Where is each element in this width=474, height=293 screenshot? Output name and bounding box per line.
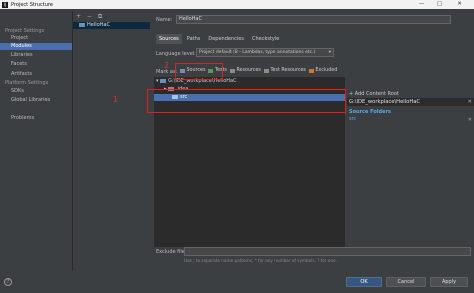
source-folder-entry[interactable]: src [349, 117, 356, 122]
module-tabs: Sources Paths Dependencies Checkstyle [156, 34, 282, 44]
tab-paths[interactable]: Paths [184, 34, 204, 44]
dialog-button-bar: ? OK Cancel Apply [0, 271, 474, 293]
chevron-down-icon: ▾ [328, 50, 331, 55]
minimize-button[interactable]: — [414, 0, 429, 9]
annotation-box-src-row [147, 89, 346, 113]
apply-button[interactable]: Apply [430, 277, 468, 287]
intellij-app-icon: IJ [2, 1, 8, 8]
close-window-button[interactable]: ✕ [452, 0, 467, 9]
annotation-number-1: 1 [113, 95, 119, 104]
sidebar-item-global-libraries[interactable]: Global Libraries [0, 97, 72, 104]
sidebar-item-modules[interactable]: Modules [0, 43, 72, 50]
module-name-field[interactable]: HelloHaC [176, 15, 451, 24]
resources-folder-icon [229, 68, 235, 73]
modules-panel: + − ⧉ HelloHaC [72, 11, 150, 271]
mark-resources-label: Resources [236, 68, 261, 73]
sidebar-item-project[interactable]: Project [0, 35, 72, 42]
tab-dependencies[interactable]: Dependencies [205, 34, 247, 44]
sidebar-item-facets[interactable]: Facets [0, 61, 72, 68]
module-list-toolbar[interactable]: + − ⧉ [76, 13, 104, 21]
remove-source-folder-icon[interactable]: ✕ [468, 117, 472, 123]
sidebar-item-artifacts[interactable]: Artifacts [0, 71, 72, 78]
mark-excluded-button[interactable]: Excluded [308, 68, 338, 73]
language-level-label: Language level: [156, 51, 196, 57]
platform-settings-header: Platform Settings [5, 80, 49, 86]
maximize-button[interactable]: □ [432, 0, 447, 9]
sidebar-item-libraries[interactable]: Libraries [0, 52, 72, 59]
annotation-number-2: 2 [164, 61, 170, 70]
sidebar-item-sdks[interactable]: SDKs [0, 88, 72, 95]
content-root-pane: + Add Content Root G:\IDE_workplace\Hell… [347, 77, 474, 247]
title-bar: IJ Project Structure — □ ✕ [0, 0, 474, 9]
window-title: Project Structure [11, 1, 53, 8]
exclude-files-input[interactable] [184, 247, 471, 256]
project-settings-header: Project Settings [5, 28, 45, 34]
mark-resources-button[interactable]: Resources [229, 68, 261, 73]
language-level-select[interactable]: Project default (8 - Lambdas, type annot… [196, 48, 334, 57]
source-folders-label: Source Folders [349, 109, 391, 115]
mark-excluded-label: Excluded [315, 68, 338, 73]
excluded-folder-icon [308, 68, 314, 73]
remove-content-root-icon[interactable]: ✕ [468, 98, 472, 106]
content-root-header: G:\IDE_workplace\HelloHaC ✕ [347, 98, 474, 106]
mark-test-resources-label: Test Resources [270, 68, 306, 73]
language-level-value: Project default (8 - Lambdas, type annot… [199, 50, 316, 55]
help-icon[interactable]: ? [4, 278, 12, 286]
add-content-root-button[interactable]: + Add Content Root [349, 91, 399, 97]
folder-icon [160, 78, 167, 83]
ok-button[interactable]: OK [346, 277, 382, 287]
module-list-item[interactable]: HelloHaC [73, 22, 150, 29]
sidebar-item-problems[interactable]: Problems [0, 115, 72, 122]
module-folder-icon [79, 22, 85, 27]
tab-checkstyle[interactable]: Checkstyle [249, 34, 282, 44]
exclude-files-hint: Use ; to separate name patterns, * for a… [184, 258, 338, 263]
content-root-path: G:\IDE_workplace\HelloHaC [349, 99, 421, 105]
test-resources-folder-icon [263, 68, 269, 73]
module-settings-panel: Name: HelloHaC Sources Paths Dependencie… [150, 11, 474, 271]
annotation-box-sources [175, 63, 223, 80]
module-list-item-label: HelloHaC [87, 22, 110, 28]
tab-sources[interactable]: Sources [156, 34, 182, 44]
cancel-button[interactable]: Cancel [386, 277, 426, 287]
settings-sidebar: Project Settings Project Modules Librari… [0, 11, 72, 271]
mark-test-resources-button[interactable]: Test Resources [263, 68, 306, 73]
name-label: Name: [156, 17, 173, 23]
